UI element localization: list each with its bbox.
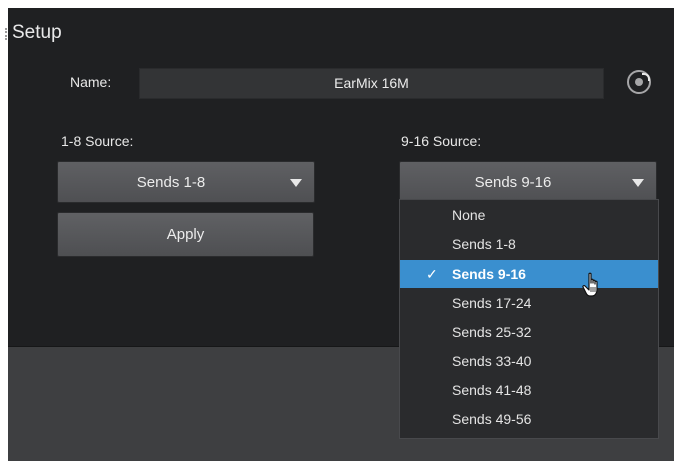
apply-button[interactable]: Apply [57, 212, 314, 257]
menu-item-none[interactable]: None [400, 201, 658, 229]
source-1-8-dropdown[interactable]: Sends 1-8 [57, 161, 315, 203]
name-label: Name: [70, 74, 112, 90]
source-9-16-dropdown[interactable]: Sends 9-16 [399, 161, 657, 203]
panel-title: Setup [5, 22, 62, 43]
source-9-16-value: Sends 9-16 [474, 174, 552, 191]
menu-item-sends-9-16[interactable]: ✓ Sends 9-16 [400, 260, 658, 288]
source-dropdown-menu: None Sends 1-8 ✓ Sends 9-16 Sends 17-24 … [399, 199, 659, 439]
triangle-down-icon [290, 179, 302, 187]
source-9-16-label: 9-16 Source: [401, 133, 482, 149]
settings-dial-icon[interactable] [627, 70, 651, 94]
name-field[interactable]: EarMix 16M [139, 68, 604, 99]
menu-item-sends-25-32[interactable]: Sends 25-32 [400, 318, 658, 346]
triangle-down-icon [632, 179, 644, 187]
source-1-8-value: Sends 1-8 [136, 174, 206, 191]
menu-item-sends-1-8[interactable]: Sends 1-8 [400, 230, 658, 258]
menu-item-sends-33-40[interactable]: Sends 33-40 [400, 347, 658, 375]
source-1-8-label: 1-8 Source: [61, 133, 134, 149]
menu-item-sends-17-24[interactable]: Sends 17-24 [400, 289, 658, 317]
checkmark-icon: ✓ [426, 266, 438, 282]
menu-item-sends-41-48[interactable]: Sends 41-48 [400, 376, 658, 404]
hand-pointer-icon [582, 272, 598, 297]
menu-item-sends-49-56[interactable]: Sends 49-56 [400, 405, 658, 433]
